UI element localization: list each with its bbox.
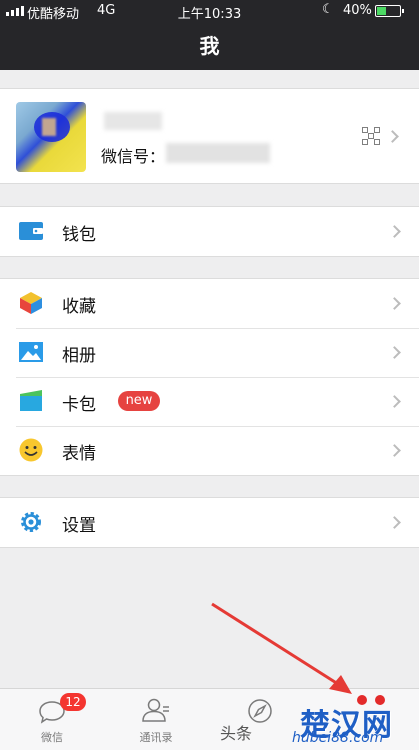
chevron-right-icon xyxy=(388,346,401,359)
card-wallet-icon xyxy=(20,390,42,411)
gear-icon xyxy=(21,512,41,532)
qr-code-icon[interactable] xyxy=(362,127,380,145)
battery-icon xyxy=(375,5,404,17)
status-bar: 优酷移动 4G 上午10:33 ☾ 40% xyxy=(0,0,419,22)
menu-item-album[interactable]: 相册 xyxy=(0,328,419,377)
do-not-disturb-icon: ☾ xyxy=(322,2,334,17)
menu-item-stickers[interactable]: 表情 xyxy=(0,426,419,475)
new-badge: new xyxy=(118,391,160,411)
tab-label-contacts: 通讯录 xyxy=(139,731,173,744)
menu-label-cards: 卡包 xyxy=(62,395,96,415)
favorites-cube-icon xyxy=(20,292,42,314)
menu-label-favorites: 收藏 xyxy=(62,297,96,317)
chevron-right-icon xyxy=(388,225,401,238)
menu-label-settings: 设置 xyxy=(62,516,96,536)
watermark-url: hubei88.com xyxy=(292,730,384,746)
wechat-id-label: 微信号： xyxy=(101,147,166,166)
battery-percent: 40% xyxy=(343,3,372,18)
wechat-id-blurred xyxy=(166,143,270,163)
chevron-right-icon xyxy=(388,444,401,457)
menu-label-wallet: 钱包 xyxy=(62,225,96,245)
menu-label-stickers: 表情 xyxy=(62,444,96,464)
chevron-right-icon xyxy=(388,395,401,408)
avatar[interactable] xyxy=(16,102,86,172)
album-picture-icon xyxy=(19,342,43,362)
menu-item-favorites[interactable]: 收藏 xyxy=(0,279,419,328)
unread-badge: 12 xyxy=(60,693,86,711)
wallet-icon xyxy=(19,222,43,240)
features-section: 收藏 相册 卡包 new 表情 xyxy=(0,278,419,476)
menu-item-settings[interactable]: 设置 xyxy=(0,498,419,547)
chevron-right-icon xyxy=(388,516,401,529)
page-title: 我 xyxy=(0,22,419,70)
nickname-blurred xyxy=(104,112,162,130)
settings-section: 设置 xyxy=(0,497,419,548)
wallet-section: 钱包 xyxy=(0,206,419,257)
menu-label-album: 相册 xyxy=(62,346,96,366)
profile-card[interactable] xyxy=(0,88,419,184)
watermark-text: 头条 xyxy=(220,724,253,743)
smiley-face-icon xyxy=(19,438,43,462)
tab-chats[interactable]: 12 微信 xyxy=(0,689,104,750)
tab-label-chats: 微信 xyxy=(41,731,63,744)
menu-item-wallet[interactable]: 钱包 xyxy=(0,207,419,256)
tab-contacts[interactable]: 通讯录 xyxy=(104,689,208,750)
menu-item-cards[interactable]: 卡包 new xyxy=(0,377,419,426)
chevron-right-icon xyxy=(388,297,401,310)
contacts-icon xyxy=(142,698,169,722)
